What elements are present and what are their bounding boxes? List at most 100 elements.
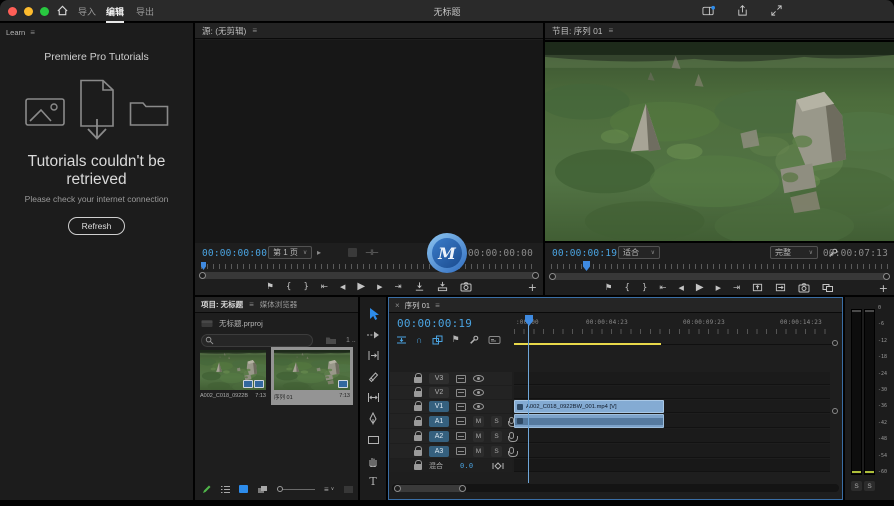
timeline-ruler[interactable]: :00:00 00:00:04:23 00:00:09:23 00:00:14:… [514, 315, 832, 345]
sync-lock-icon[interactable] [456, 403, 466, 411]
nest-sequence-icon[interactable] [396, 335, 407, 345]
clip-name[interactable]: A002_C018_0922BW... [200, 393, 248, 399]
meter-solo-right[interactable]: S [864, 481, 875, 491]
solo-button[interactable]: S [491, 416, 502, 427]
source-page-select[interactable]: 第 1 页∨ [268, 246, 312, 259]
list-view-icon[interactable] [220, 485, 230, 494]
add-marker-icon[interactable]: ⚑ [605, 283, 613, 293]
track-target-v2[interactable]: V2 [429, 387, 449, 398]
mute-button[interactable]: M [473, 431, 484, 442]
razor-tool-icon[interactable] [360, 366, 386, 387]
zoom-handle-right[interactable] [459, 485, 466, 492]
rectangle-tool-icon[interactable] [360, 429, 386, 450]
sync-lock-icon[interactable] [456, 447, 466, 455]
source-monitor-title[interactable]: 源: (无剪辑) [202, 25, 246, 37]
automate-to-sequence-icon[interactable] [343, 485, 354, 494]
timeline-settings-wrench-icon[interactable] [469, 335, 479, 345]
ripple-edit-tool-icon[interactable] [360, 345, 386, 366]
captions-icon[interactable] [488, 335, 501, 345]
meter-solo-left[interactable]: S [851, 481, 862, 491]
mark-out-icon[interactable]: } [303, 282, 308, 292]
hand-tool-icon[interactable] [360, 450, 386, 471]
sync-lock-icon[interactable] [456, 417, 466, 425]
project-item-clip[interactable]: A002_C018_0922BW... 7:13 [200, 350, 266, 399]
add-marker-icon[interactable]: ⚑ [452, 334, 460, 345]
comparison-view-icon[interactable] [822, 283, 834, 293]
zoom-slider[interactable] [277, 485, 315, 493]
track-target-v3[interactable]: V3 [429, 373, 449, 384]
button-editor-icon[interactable]: + [879, 282, 888, 295]
project-item-sequence[interactable]: 序列 01 7:13 [271, 347, 353, 405]
new-bin-icon[interactable] [325, 335, 337, 345]
play-button-icon[interactable]: ▶ [696, 282, 704, 293]
close-tab-icon[interactable]: × [395, 301, 400, 310]
scroll-handle-left[interactable] [549, 273, 556, 280]
project-file-name[interactable]: 无标题.prproj [219, 318, 263, 329]
master-volume-value[interactable]: 0.0 [460, 462, 473, 470]
panel-menu-icon[interactable]: ≡ [30, 28, 35, 37]
source-scrollbar[interactable] [199, 272, 539, 279]
search-input[interactable] [201, 334, 313, 347]
quick-export-icon[interactable] [736, 4, 749, 17]
program-viewer[interactable] [545, 40, 894, 243]
mark-in-icon[interactable]: { [625, 283, 630, 293]
sort-icon[interactable]: ≡∨ [324, 485, 334, 494]
track-lock-icon[interactable] [414, 450, 422, 456]
icon-view-icon[interactable] [239, 485, 248, 493]
extract-icon[interactable] [775, 282, 786, 293]
timeline-timecode[interactable]: 00:00:00:19 [397, 317, 472, 330]
sequence-name[interactable]: 序列 01 [274, 393, 293, 401]
disclosure-triangle-icon[interactable]: ▸ [317, 248, 321, 257]
button-editor-icon[interactable]: + [528, 281, 537, 294]
scroll-handle-right[interactable] [883, 273, 890, 280]
mute-button[interactable]: M [473, 416, 484, 427]
refresh-button[interactable]: Refresh [68, 217, 126, 235]
track-target-a3[interactable]: A3 [429, 446, 449, 457]
toggle-track-output-icon[interactable] [473, 389, 484, 396]
go-to-out-icon[interactable]: ⇥ [394, 282, 401, 292]
step-forward-icon[interactable]: ▶ [377, 283, 382, 291]
voiceover-record-icon[interactable] [509, 432, 514, 439]
sync-lock-icon[interactable] [456, 432, 466, 440]
tab-media-browser[interactable]: 媒体浏览器 [260, 299, 298, 310]
workspace-icon[interactable] [702, 5, 715, 17]
keyframe-nav-icon[interactable] [492, 462, 504, 470]
tab-project[interactable]: 项目: 无标题 [201, 299, 243, 310]
track-lock-icon[interactable] [414, 420, 422, 426]
track-select-forward-tool-icon[interactable] [360, 324, 386, 345]
step-back-icon[interactable]: ◀ [340, 283, 345, 291]
zoom-handle-left[interactable] [394, 485, 401, 492]
program-scrollbar[interactable] [549, 273, 890, 280]
freeform-view-icon[interactable] [257, 485, 268, 494]
toggle-track-output-icon[interactable] [473, 375, 484, 382]
track-target-v1[interactable]: V1 [429, 401, 449, 412]
program-quality-select[interactable]: 完整∨ [770, 246, 818, 259]
source-timecode[interactable]: 00:00:00:00 [202, 248, 267, 259]
safe-margins-icon[interactable] [348, 248, 357, 257]
track-lane-master[interactable] [514, 459, 830, 472]
vertical-zoom-handle[interactable] [832, 340, 838, 346]
source-viewer[interactable] [195, 40, 543, 243]
lift-icon[interactable] [752, 282, 763, 293]
sync-lock-icon[interactable] [456, 389, 466, 397]
panel-menu-icon[interactable]: ≡ [435, 301, 440, 310]
track-lane-a3[interactable] [514, 444, 830, 458]
mute-button[interactable]: M [473, 446, 484, 457]
track-lock-icon[interactable] [414, 405, 422, 411]
timeline-tab[interactable]: 序列 01 [405, 300, 430, 311]
program-monitor-title[interactable]: 节目: 序列 01 [552, 25, 603, 37]
video-clip[interactable]: A002_C018_0922BW_001.mp4 [V] [514, 400, 664, 413]
go-to-in-icon[interactable]: ⇤ [321, 282, 328, 292]
scroll-handle-left[interactable] [199, 272, 206, 279]
fullscreen-icon[interactable] [770, 4, 783, 17]
step-back-icon[interactable]: ◀ [678, 284, 683, 292]
track-lane-v2[interactable] [514, 386, 830, 399]
panel-menu-icon[interactable]: ≡ [252, 26, 257, 35]
source-ruler[interactable] [201, 264, 537, 269]
step-forward-icon[interactable]: ▶ [716, 284, 721, 292]
linked-selection-icon[interactable] [432, 335, 443, 345]
export-frame-icon[interactable] [798, 283, 810, 293]
go-to-in-icon[interactable]: ⇤ [659, 283, 666, 293]
selection-tool-icon[interactable] [360, 303, 386, 324]
program-ruler[interactable] [551, 264, 888, 269]
